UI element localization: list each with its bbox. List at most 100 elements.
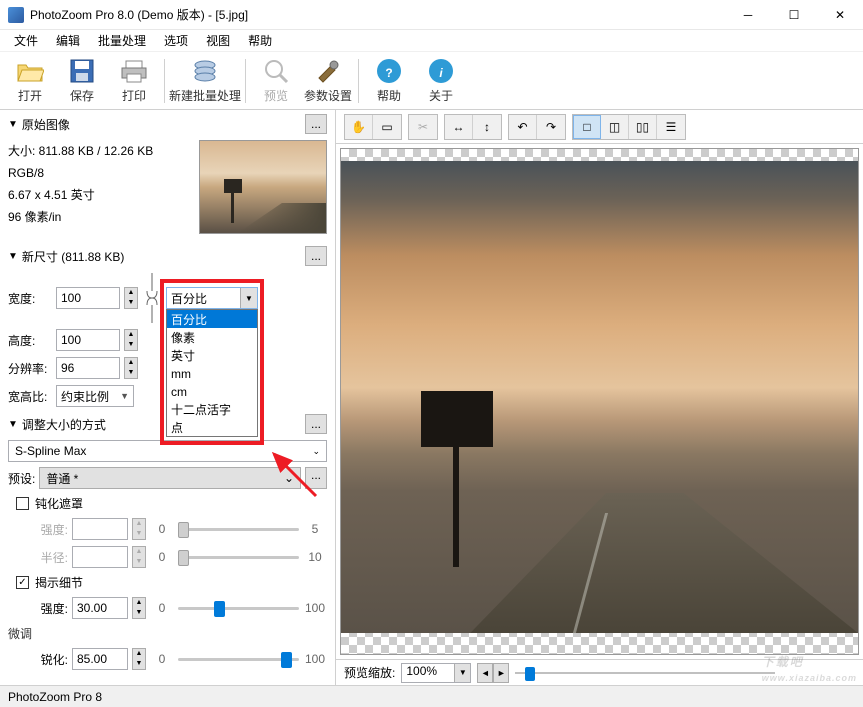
zoom-next-button[interactable]: ► bbox=[493, 663, 509, 683]
sharpen-spinner[interactable]: ▲▼ bbox=[132, 648, 146, 670]
menu-view[interactable]: 视图 bbox=[198, 30, 238, 51]
height-input[interactable] bbox=[56, 329, 120, 351]
radius-slider[interactable] bbox=[178, 547, 299, 567]
view-stack-icon: ☰ bbox=[666, 120, 677, 134]
status-text: PhotoZoom Pro 8 bbox=[8, 690, 102, 704]
menu-edit[interactable]: 编辑 bbox=[48, 30, 88, 51]
unit-option-pica[interactable]: 十二点活字 bbox=[167, 400, 257, 418]
radius-spinner[interactable]: ▲▼ bbox=[132, 546, 146, 568]
original-mode: RGB/8 bbox=[8, 162, 199, 184]
unit-dropdown: 百分比 像素 英寸 mm cm 十二点活字 点 bbox=[166, 309, 258, 437]
preset-more-button[interactable]: ... bbox=[305, 467, 327, 489]
intensity-input[interactable] bbox=[72, 518, 128, 540]
sharpen-input[interactable] bbox=[72, 648, 128, 670]
fine-tune-label: 微调 bbox=[8, 625, 32, 642]
detail-intensity-slider[interactable] bbox=[178, 598, 299, 618]
thumbnail[interactable] bbox=[199, 140, 327, 234]
sharpen-slider[interactable] bbox=[178, 649, 299, 669]
original-info: 大小: 811.88 KB / 12.26 KB RGB/8 6.67 x 4.… bbox=[8, 140, 199, 234]
watermark: 下载吧 www.xiazaiba.com bbox=[762, 645, 857, 683]
about-button[interactable]: i 关于 bbox=[415, 54, 467, 108]
unit-option-pixel[interactable]: 像素 bbox=[167, 328, 257, 346]
chevron-down-icon: ⌄ bbox=[284, 471, 294, 485]
detail-intensity-input[interactable] bbox=[72, 597, 128, 619]
app-icon bbox=[8, 7, 24, 23]
new-batch-button[interactable]: 新建批量处理 bbox=[169, 54, 241, 108]
menu-bar: 文件 编辑 批量处理 选项 视图 帮助 bbox=[0, 30, 863, 52]
view-sidebyside-button[interactable]: ▯▯ bbox=[629, 115, 657, 139]
width-spinner[interactable]: ▲▼ bbox=[124, 287, 138, 309]
original-size: 大小: 811.88 KB / 12.26 KB bbox=[8, 140, 199, 162]
view-split-icon: ◫ bbox=[609, 120, 620, 134]
window-title: PhotoZoom Pro 8.0 (Demo 版本) - [5.jpg] bbox=[30, 6, 725, 23]
detail-checkbox[interactable]: ✓ bbox=[16, 576, 29, 589]
unit-select[interactable]: 百分比 ▼ bbox=[166, 287, 258, 309]
original-more-button[interactable]: ... bbox=[305, 114, 327, 134]
resolution-input[interactable] bbox=[56, 357, 120, 379]
menu-options[interactable]: 选项 bbox=[156, 30, 196, 51]
crop-icon: ✂ bbox=[418, 120, 428, 134]
preview-area[interactable] bbox=[340, 148, 859, 655]
zoom-prev-button[interactable]: ◄ bbox=[477, 663, 493, 683]
zoom-slider[interactable] bbox=[515, 663, 775, 683]
unit-option-percent[interactable]: 百分比 bbox=[167, 310, 257, 328]
algorithm-select[interactable]: S-Spline Max ⌄ bbox=[8, 440, 327, 462]
original-dpi: 96 像素/in bbox=[8, 206, 199, 228]
menu-help[interactable]: 帮助 bbox=[240, 30, 280, 51]
aspect-label: 宽高比: bbox=[8, 388, 52, 405]
print-button[interactable]: 打印 bbox=[108, 54, 160, 108]
hand-tool[interactable]: ✋ bbox=[345, 115, 373, 139]
chevron-down-icon: ▼ bbox=[454, 664, 470, 682]
unit-option-inch[interactable]: 英寸 bbox=[167, 346, 257, 364]
crop-tool[interactable]: ✂ bbox=[409, 115, 437, 139]
help-button[interactable]: ? 帮助 bbox=[363, 54, 415, 108]
section-original-header[interactable]: ▼ 原始图像 ... bbox=[0, 110, 335, 138]
flip-h-button[interactable]: ↔ bbox=[445, 115, 473, 139]
width-label: 宽度: bbox=[8, 290, 52, 307]
intensity-slider[interactable] bbox=[178, 519, 299, 539]
aspect-select[interactable]: 约束比例 ▼ bbox=[56, 385, 134, 407]
view-stack-button[interactable]: ☰ bbox=[657, 115, 685, 139]
hand-icon: ✋ bbox=[351, 120, 366, 134]
settings-button[interactable]: 参数设置 bbox=[302, 54, 354, 108]
width-input[interactable] bbox=[56, 287, 120, 309]
unsharp-label: 钝化遮罩 bbox=[35, 495, 83, 512]
link-icon[interactable] bbox=[145, 273, 159, 323]
maximize-button[interactable]: ☐ bbox=[771, 0, 817, 30]
view-split-button[interactable]: ◫ bbox=[601, 115, 629, 139]
section-newsize-header[interactable]: ▼ 新尺寸 (811.88 KB) ... bbox=[0, 242, 335, 270]
close-button[interactable]: ✕ bbox=[817, 0, 863, 30]
folder-open-icon bbox=[16, 57, 44, 85]
preview-button[interactable]: 预览 bbox=[250, 54, 302, 108]
unit-option-mm[interactable]: mm bbox=[167, 364, 257, 382]
resolution-spinner[interactable]: ▲▼ bbox=[124, 357, 138, 379]
open-button[interactable]: 打开 bbox=[4, 54, 56, 108]
view-single-button[interactable]: □ bbox=[573, 115, 601, 139]
detail-intensity-spinner[interactable]: ▲▼ bbox=[132, 597, 146, 619]
height-spinner[interactable]: ▲▼ bbox=[124, 329, 138, 351]
unit-option-cm[interactable]: cm bbox=[167, 382, 257, 400]
rotate-right-button[interactable]: ↷ bbox=[537, 115, 565, 139]
menu-batch[interactable]: 批量处理 bbox=[90, 30, 154, 51]
newsize-more-button[interactable]: ... bbox=[305, 246, 327, 266]
save-button[interactable]: 保存 bbox=[56, 54, 108, 108]
rotate-left-button[interactable]: ↶ bbox=[509, 115, 537, 139]
marquee-icon: ▭ bbox=[381, 120, 392, 134]
menu-file[interactable]: 文件 bbox=[6, 30, 46, 51]
marquee-tool[interactable]: ▭ bbox=[373, 115, 401, 139]
minimize-button[interactable]: ─ bbox=[725, 0, 771, 30]
zoom-select[interactable]: 100% ▼ bbox=[401, 663, 471, 683]
method-more-button[interactable]: ... bbox=[305, 414, 327, 434]
right-panel: ✋ ▭ ✂ ↔ ↕ ↶ ↷ □ ◫ ▯▯ ☰ bbox=[336, 110, 863, 685]
preset-select[interactable]: 普通 * ⌄ bbox=[39, 467, 301, 489]
flip-v-button[interactable]: ↕ bbox=[473, 115, 501, 139]
unit-option-point[interactable]: 点 bbox=[167, 418, 257, 436]
floppy-icon bbox=[68, 57, 96, 85]
unsharp-checkbox[interactable] bbox=[16, 497, 29, 510]
radius-input[interactable] bbox=[72, 546, 128, 568]
sharpen-label: 锐化: bbox=[8, 651, 68, 668]
chevron-down-icon: ⌄ bbox=[312, 446, 320, 457]
intensity-spinner[interactable]: ▲▼ bbox=[132, 518, 146, 540]
help-icon: ? bbox=[375, 57, 403, 85]
detail-intensity-label: 强度: bbox=[8, 600, 68, 617]
